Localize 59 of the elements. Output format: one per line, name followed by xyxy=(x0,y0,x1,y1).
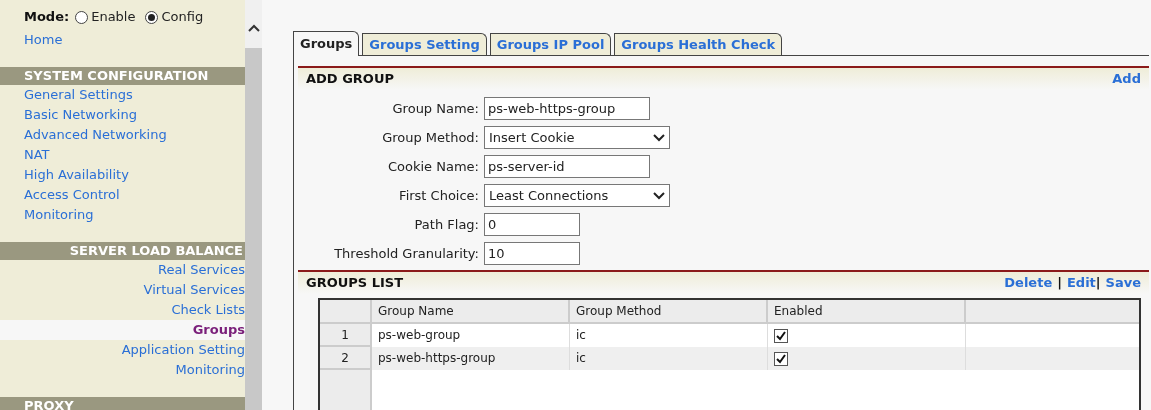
action-link[interactable]: Edit xyxy=(1066,273,1096,293)
section-title: ADD GROUP xyxy=(306,70,394,89)
checkbox[interactable] xyxy=(774,328,788,343)
mode-label: Mode: xyxy=(24,8,70,27)
nav-link[interactable]: High Availability xyxy=(24,167,129,182)
tab[interactable]: Groups xyxy=(293,31,360,56)
home-link[interactable]: Home xyxy=(24,32,63,47)
table-cell: ic xyxy=(570,347,768,370)
action-link[interactable]: Add xyxy=(1112,69,1141,89)
nav-link[interactable]: Basic Networking xyxy=(24,107,137,122)
tab[interactable]: Groups Setting xyxy=(362,33,487,55)
input-field[interactable]: ps-server-id xyxy=(484,155,650,178)
column-header: Group Method xyxy=(570,300,768,324)
table-cell: ps-web-https-group xyxy=(372,347,570,370)
column-header: Group Name xyxy=(372,300,570,324)
separator: | xyxy=(1057,274,1062,293)
scroll-up-icon[interactable] xyxy=(247,24,260,32)
row-number: 2 xyxy=(320,347,372,370)
dropdown[interactable]: Least Connections xyxy=(484,184,670,207)
nav-link[interactable]: Real Services xyxy=(158,262,245,277)
nav-link[interactable]: Monitoring xyxy=(24,207,94,222)
scrollbar[interactable] xyxy=(245,0,262,410)
nav-link[interactable]: Access Control xyxy=(24,187,120,202)
action-link[interactable]: Save xyxy=(1105,273,1141,293)
input-field[interactable]: ps-web-https-group xyxy=(484,97,650,120)
field-label: Group Name: xyxy=(391,99,480,118)
field-label: Cookie Name: xyxy=(387,157,480,176)
mode-radio[interactable]: Enable xyxy=(75,7,136,27)
checkbox[interactable] xyxy=(774,351,788,366)
input-field[interactable]: 10 xyxy=(484,242,580,265)
section-header: SERVER LOAD BALANCE xyxy=(0,242,245,260)
field-label: Threshold Granularity: xyxy=(333,244,480,263)
nav-link[interactable]: Groups xyxy=(192,322,245,337)
mode-radio[interactable]: Config xyxy=(145,7,204,27)
nav-link[interactable]: Check Lists xyxy=(171,302,245,317)
field-label: Path Flag: xyxy=(413,215,480,234)
row-number: 1 xyxy=(320,324,372,347)
chevron-down-icon xyxy=(653,133,665,142)
nav-link[interactable]: NAT xyxy=(24,147,50,162)
section-header: SYSTEM CONFIGURATION xyxy=(0,67,245,85)
section-header: PROXY xyxy=(0,397,245,410)
input-field[interactable]: 0 xyxy=(484,213,580,236)
nav-link[interactable]: General Settings xyxy=(24,87,133,102)
nav-link[interactable]: Application Setting xyxy=(121,342,245,357)
action-link[interactable]: Delete xyxy=(1004,273,1053,293)
nav-link[interactable]: Monitoring xyxy=(175,362,245,377)
nav-link[interactable]: Virtual Services xyxy=(143,282,245,297)
column-header: Enabled xyxy=(768,300,966,324)
field-label: First Choice: xyxy=(398,186,480,205)
chevron-down-icon xyxy=(653,191,665,200)
dropdown[interactable]: Insert Cookie xyxy=(484,126,670,149)
tab[interactable]: Groups IP Pool xyxy=(489,33,612,55)
field-label: Group Method: xyxy=(381,128,480,147)
section-title: GROUPS LIST xyxy=(306,274,404,293)
nav-link[interactable]: Advanced Networking xyxy=(24,127,167,142)
table-header-cell xyxy=(320,300,372,324)
separator: | xyxy=(1095,274,1101,293)
tab[interactable]: Groups Health Check xyxy=(614,33,783,55)
row-number-column xyxy=(320,370,372,410)
